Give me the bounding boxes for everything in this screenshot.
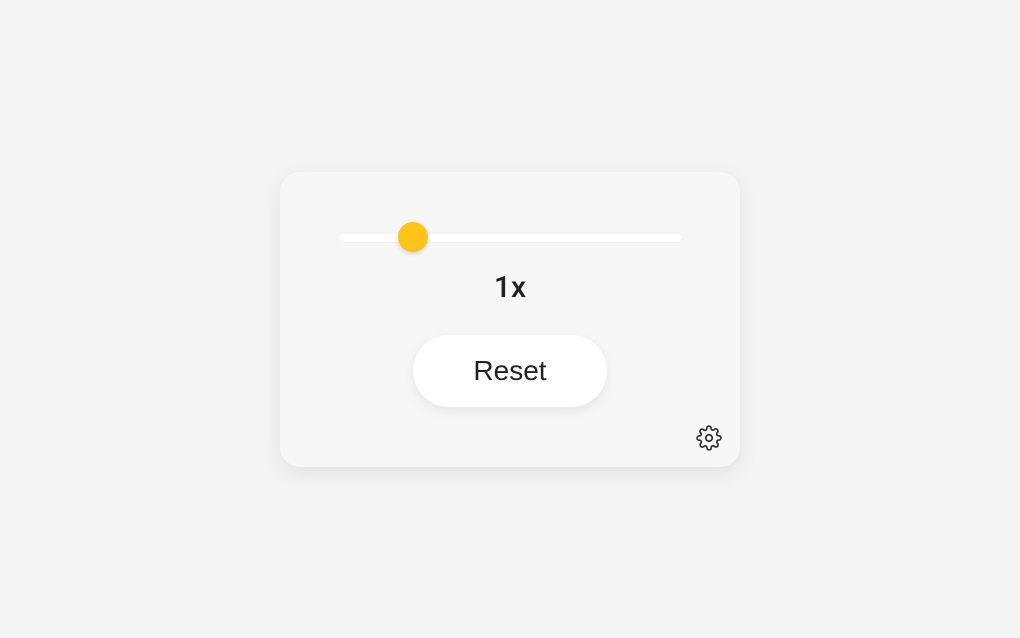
value-display: 1x — [494, 270, 526, 305]
settings-button[interactable] — [694, 423, 724, 453]
reset-button[interactable]: Reset — [413, 335, 606, 407]
speed-slider[interactable] — [338, 232, 683, 242]
slider-thumb[interactable] — [398, 222, 428, 252]
slider-track — [338, 232, 683, 242]
control-card: 1x Reset — [280, 172, 740, 467]
gear-icon — [696, 425, 722, 451]
